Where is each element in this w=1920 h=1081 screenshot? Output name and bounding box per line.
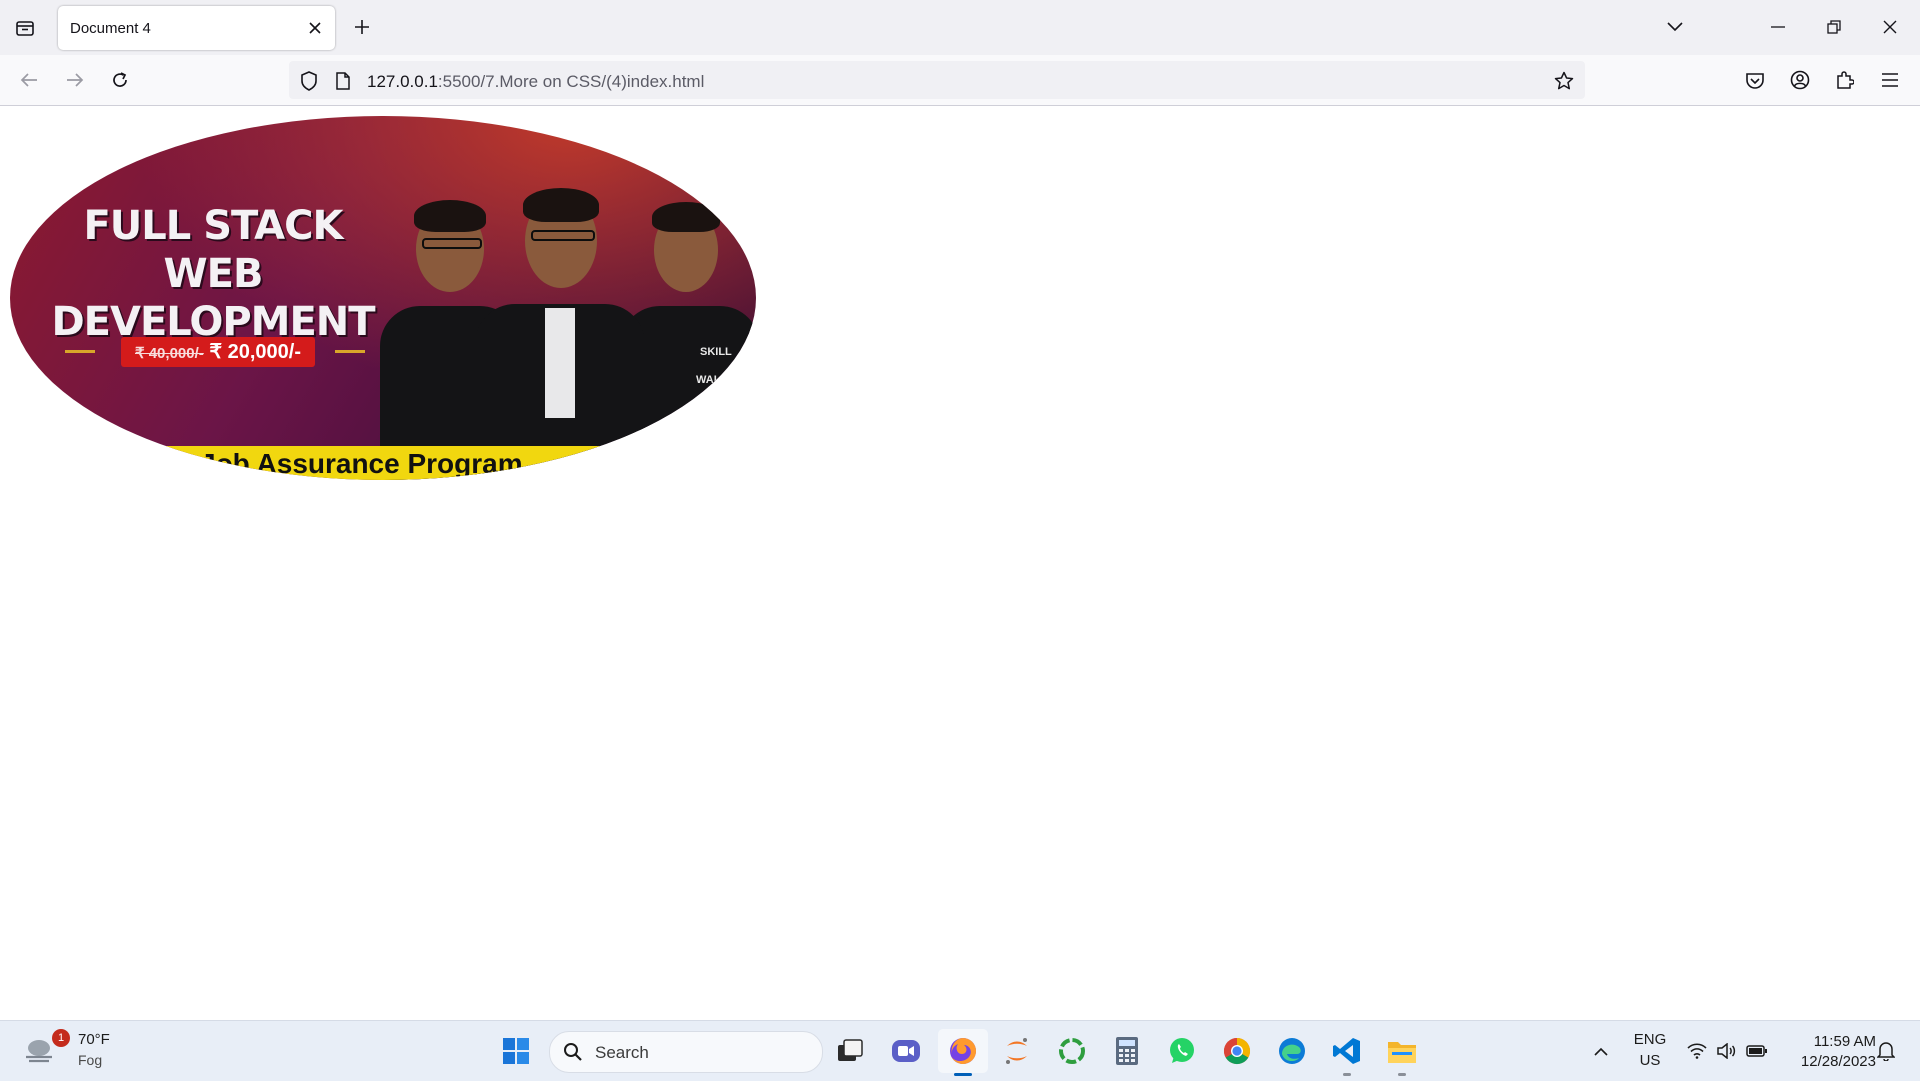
vscode-icon[interactable] [1330, 1034, 1364, 1068]
sync-app-icon[interactable] [1055, 1034, 1089, 1068]
app-menu-icon[interactable] [1875, 65, 1905, 95]
list-all-tabs-icon[interactable] [1660, 12, 1690, 42]
firefox-view-icon[interactable] [10, 14, 40, 42]
notification-bell-icon[interactable] [1872, 1037, 1900, 1065]
firefox-running-indicator [954, 1073, 972, 1076]
task-view-icon[interactable] [833, 1034, 867, 1068]
account-icon[interactable] [1785, 65, 1815, 95]
whatsapp-icon[interactable] [1165, 1034, 1199, 1068]
calculator-icon[interactable] [1110, 1034, 1144, 1068]
url-host: 127.0.0.1 [367, 72, 438, 91]
tab-title: Document 4 [70, 20, 151, 37]
tab-strip: Document 4 [0, 0, 1920, 55]
restore-icon[interactable] [1816, 12, 1852, 42]
bookmark-star-icon[interactable] [1551, 68, 1577, 94]
program-text: Job Assurance Program [200, 448, 523, 479]
clock-time: 11:59 AM [1813, 1033, 1876, 1050]
search-icon [562, 1041, 584, 1063]
course-banner-image: FULL STACK WEB DEVELOPMENT ₹ 40,000/- ₹ … [10, 116, 756, 480]
language-code: ENG [1633, 1031, 1667, 1048]
weather-temperature: 70°F [78, 1031, 110, 1048]
teams-meet-icon[interactable] [889, 1034, 923, 1068]
fog-weather-icon [22, 1035, 56, 1067]
windows-start-icon[interactable] [499, 1034, 533, 1068]
jupyter-icon[interactable] [1000, 1034, 1034, 1068]
edge-icon[interactable] [1275, 1034, 1309, 1068]
price-old: ₹ 40,000/- [135, 345, 204, 362]
navigation-toolbar: 127.0.0.1:5500/7.More on CSS/(4)index.ht… [0, 55, 1920, 106]
banner-logo-text2: WALLAH [696, 374, 744, 386]
new-tab-icon[interactable] [348, 13, 376, 41]
vscode-running-indicator [1343, 1073, 1351, 1076]
taskbar-search-box[interactable]: Search [549, 1031, 823, 1073]
chrome-icon[interactable] [1220, 1034, 1254, 1068]
forward-icon[interactable] [60, 65, 90, 95]
banner-title: FULL STACK WEB DEVELOPMENT [28, 202, 398, 346]
pocket-icon[interactable] [1740, 65, 1770, 95]
page-content: FULL STACK WEB DEVELOPMENT ₹ 40,000/- ₹ … [0, 106, 1920, 1020]
minimize-icon[interactable] [1760, 12, 1796, 42]
reload-icon[interactable] [105, 65, 135, 95]
language-indicator[interactable]: ENG US [1628, 1031, 1672, 1073]
volume-icon[interactable] [1714, 1039, 1740, 1063]
language-region: US [1639, 1052, 1661, 1069]
price-badge: ₹ 40,000/- ₹ 20,000/- [121, 337, 315, 367]
price-divider [65, 350, 95, 353]
weather-condition: Fog [78, 1052, 103, 1068]
url-path: :5500/7.More on CSS/(4)index.html [437, 72, 705, 91]
extensions-icon[interactable] [1830, 65, 1860, 95]
banner-logo-text: SKILL [700, 346, 732, 358]
weather-alert-badge: 1 [52, 1029, 70, 1047]
banner-title-line2: WEB DEVELOPMENT [51, 251, 375, 345]
firefox-icon[interactable] [946, 1034, 980, 1068]
close-window-icon[interactable] [1872, 12, 1908, 42]
explorer-running-indicator [1398, 1073, 1406, 1076]
page-info-icon[interactable] [331, 69, 355, 93]
weather-widget[interactable]: 1 70°F Fog [14, 1021, 114, 1081]
back-icon[interactable] [14, 65, 44, 95]
price-row: ₹ 40,000/- ₹ 20,000/- [65, 337, 365, 367]
url-bar[interactable]: 127.0.0.1:5500/7.More on CSS/(4)index.ht… [289, 61, 1585, 99]
price-divider [335, 350, 365, 353]
file-explorer-icon[interactable] [1385, 1034, 1419, 1068]
close-tab-icon[interactable] [302, 14, 328, 42]
windows-taskbar: 1 70°F Fog Search ENG US 11:59 AM 12/28/… [0, 1020, 1920, 1081]
wifi-icon[interactable] [1684, 1039, 1710, 1063]
system-clock[interactable]: 11:59 AM 12/28/2023 [1780, 1032, 1876, 1072]
clock-date: 12/28/2023 [1800, 1053, 1876, 1070]
show-hidden-icons-chevron-icon[interactable] [1588, 1039, 1614, 1063]
battery-icon[interactable] [1744, 1039, 1770, 1063]
tracking-protection-shield-icon[interactable] [297, 69, 321, 93]
browser-tab[interactable]: Document 4 [58, 6, 335, 50]
search-placeholder: Search [595, 1043, 649, 1062]
price-new: ₹ 20,000/- [209, 341, 301, 363]
banner-title-line1: FULL STACK [83, 203, 343, 249]
url-text[interactable]: 127.0.0.1:5500/7.More on CSS/(4)index.ht… [367, 72, 704, 92]
